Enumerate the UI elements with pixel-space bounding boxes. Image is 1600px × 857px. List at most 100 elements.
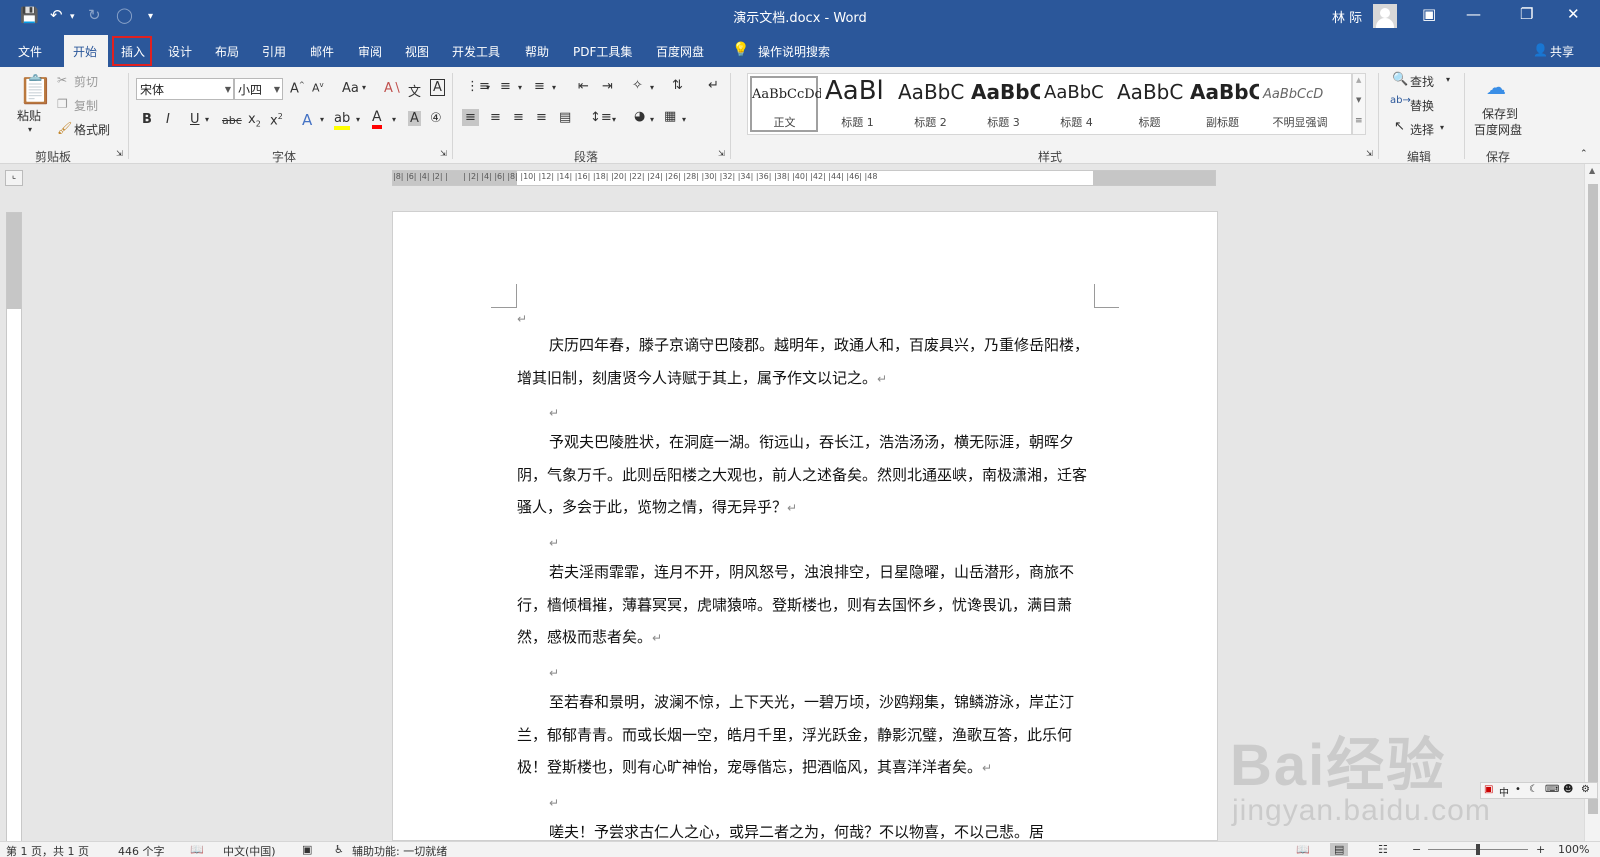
style-subtitle[interactable]: AaBbC 副标题: [1186, 74, 1259, 134]
ime-settings-icon[interactable]: ⚙: [1581, 784, 1590, 795]
italic-icon[interactable]: I: [166, 112, 170, 127]
paste-dropdown-icon[interactable]: ▾: [28, 125, 32, 134]
save-to-label[interactable]: 保存到: [1482, 105, 1518, 122]
increase-indent-icon[interactable]: ⇥: [602, 79, 613, 94]
clipboard-launcher-icon[interactable]: ⇲: [116, 149, 123, 158]
proofing-icon[interactable]: 📖: [190, 843, 204, 856]
scroll-up-icon[interactable]: ▲: [1589, 166, 1595, 175]
enclose-characters-icon[interactable]: ④: [430, 111, 442, 126]
justify-icon[interactable]: ≡: [536, 110, 547, 125]
replace-button[interactable]: 替换: [1410, 97, 1434, 114]
horizontal-ruler[interactable]: |8| |6| |4| |2| | | |2| |4| |6| |8| |10|…: [392, 170, 1216, 186]
collapse-ribbon-icon[interactable]: ⌃: [1580, 149, 1588, 159]
show-marks-icon[interactable]: ↵: [708, 78, 719, 93]
borders-icon[interactable]: ▦: [664, 109, 676, 124]
document-page[interactable]: ↵ 庆历四年春，滕子京谪守巴陵郡。越明年，政通人和，百废具兴，乃重修岳阳楼，增其…: [392, 211, 1218, 841]
style-heading-3[interactable]: AaBbC 标题 3: [967, 74, 1040, 134]
ime-punct-icon[interactable]: •: [1515, 784, 1521, 795]
tab-file[interactable]: 文件: [18, 43, 42, 60]
vertical-scrollbar[interactable]: ▲: [1584, 164, 1600, 841]
zoom-level[interactable]: 100%: [1558, 843, 1589, 856]
select-button[interactable]: 选择: [1410, 121, 1434, 138]
ime-user-icon[interactable]: ☻: [1563, 784, 1573, 795]
numbering-icon[interactable]: ≡: [500, 79, 511, 94]
text-effects-icon[interactable]: A: [302, 111, 312, 129]
chevron-down-icon[interactable]: ▾: [682, 115, 686, 124]
paste-button[interactable]: 粘贴: [17, 107, 41, 124]
read-mode-icon[interactable]: 📖: [1296, 843, 1310, 856]
avatar[interactable]: [1373, 4, 1397, 28]
font-name-combo[interactable]: 宋体 ▼: [136, 78, 234, 100]
style-heading-1[interactable]: AaBl 标题 1: [821, 74, 894, 134]
chevron-down-icon[interactable]: ▾: [650, 83, 654, 92]
font-size-combo[interactable]: 小四 ▼: [234, 78, 283, 100]
tab-mailings[interactable]: 邮件: [310, 43, 334, 60]
language-status[interactable]: 中文(中国): [223, 843, 276, 857]
clear-formatting-icon[interactable]: A∖: [384, 81, 401, 96]
align-center-icon[interactable]: ≡: [490, 110, 501, 125]
gallery-scroll[interactable]: ▲ ▼ ≡: [1352, 73, 1366, 135]
chevron-down-icon[interactable]: ▾: [205, 115, 209, 124]
baidu-cloud-icon[interactable]: ☁: [1486, 75, 1506, 99]
ime-keyboard-icon[interactable]: ⌨: [1545, 784, 1559, 795]
shading-icon[interactable]: ◕: [634, 109, 645, 124]
tab-help[interactable]: 帮助: [525, 43, 549, 60]
chevron-down-icon[interactable]: ▾: [486, 83, 490, 92]
accessibility-icon[interactable]: ♿: [334, 843, 344, 856]
cut-button[interactable]: 剪切: [74, 73, 98, 90]
format-painter-button[interactable]: 格式刷: [74, 121, 110, 138]
zoom-out-icon[interactable]: −: [1412, 843, 1421, 856]
web-layout-icon[interactable]: ☷: [1378, 843, 1388, 856]
chevron-down-icon[interactable]: ▾: [612, 115, 616, 124]
paragraph-1[interactable]: 庆历四年春，滕子京谪守巴陵郡。越明年，政通人和，百废具兴，乃重修岳阳楼，增其旧制…: [517, 329, 1097, 395]
tab-view[interactable]: 视图: [405, 43, 429, 60]
macro-record-icon[interactable]: ▣: [302, 843, 312, 856]
vertical-ruler[interactable]: [6, 212, 22, 857]
paragraph-3[interactable]: 若夫淫雨霏霏，连月不开，阴风怒号，浊浪排空，日星隐曜，山岳潜形，商旅不行，樯倾楫…: [517, 556, 1097, 655]
tab-design[interactable]: 设计: [168, 43, 192, 60]
paragraph-launcher-icon[interactable]: ⇲: [718, 149, 725, 158]
ime-mode-icon[interactable]: 中: [1499, 784, 1509, 799]
find-button[interactable]: 查找: [1410, 73, 1434, 90]
word-count[interactable]: 446 个字: [118, 843, 165, 857]
print-layout-icon[interactable]: ▤: [1330, 843, 1349, 856]
style-heading-4[interactable]: AaBbC 标题 4: [1040, 74, 1113, 134]
strikethrough-icon[interactable]: abc: [222, 114, 242, 127]
more-styles-icon[interactable]: ≡: [1355, 116, 1363, 126]
ime-width-icon[interactable]: ☾: [1529, 784, 1538, 795]
ime-logo-icon[interactable]: ▣: [1484, 784, 1493, 795]
chevron-down-icon[interactable]: ▾: [392, 115, 396, 124]
copy-button[interactable]: 复制: [74, 97, 98, 114]
baidu-netdisk-label[interactable]: 百度网盘: [1474, 121, 1522, 138]
styles-launcher-icon[interactable]: ⇲: [1366, 149, 1373, 158]
paragraph-5[interactable]: 嗟夫！予尝求古仁人之心，或异二者之为，何哉？不以物喜，不以己悲。居: [517, 816, 1097, 842]
tab-pdf-tools[interactable]: PDF工具集: [573, 43, 632, 60]
character-border-icon[interactable]: A: [430, 79, 445, 96]
ribbon-display-icon[interactable]: ▣: [1422, 5, 1436, 23]
zoom-slider-thumb[interactable]: [1476, 844, 1480, 855]
tell-me-search[interactable]: 操作说明搜索: [758, 43, 830, 60]
distributed-icon[interactable]: ▤: [559, 110, 571, 125]
font-launcher-icon[interactable]: ⇲: [440, 149, 447, 158]
tab-selector[interactable]: ⌞: [5, 170, 23, 186]
tab-layout[interactable]: 布局: [215, 43, 239, 60]
style-subtle-emphasis[interactable]: AaBbCcD 不明显强调: [1259, 74, 1351, 134]
chevron-down-icon[interactable]: ▾: [1446, 75, 1450, 84]
minimize-icon[interactable]: —: [1466, 5, 1481, 23]
chevron-down-icon[interactable]: ▾: [320, 115, 324, 124]
subscript-icon[interactable]: x2: [248, 112, 261, 129]
sort-icon[interactable]: ⇅: [672, 78, 683, 93]
share-button[interactable]: 共享: [1550, 43, 1574, 60]
bold-icon[interactable]: B: [142, 112, 152, 127]
paragraph-4[interactable]: 至若春和景明，波澜不惊，上下天光，一碧万顷，沙鸥翔集，锦鳞游泳，岸芷汀兰，郁郁青…: [517, 686, 1097, 785]
decrease-indent-icon[interactable]: ⇤: [578, 79, 589, 94]
tab-review[interactable]: 审阅: [358, 43, 382, 60]
scroll-thumb[interactable]: [1588, 184, 1598, 814]
tab-developer[interactable]: 开发工具: [452, 43, 500, 60]
chinese-layout-icon[interactable]: ✧: [632, 78, 643, 93]
highlight-color-icon[interactable]: ab: [334, 111, 351, 130]
change-case-icon[interactable]: Aa: [342, 81, 359, 96]
phonetic-guide-icon[interactable]: 文: [408, 81, 421, 100]
scroll-up-icon[interactable]: ▲: [1356, 76, 1361, 84]
tab-baidu-netdisk[interactable]: 百度网盘: [656, 43, 704, 60]
